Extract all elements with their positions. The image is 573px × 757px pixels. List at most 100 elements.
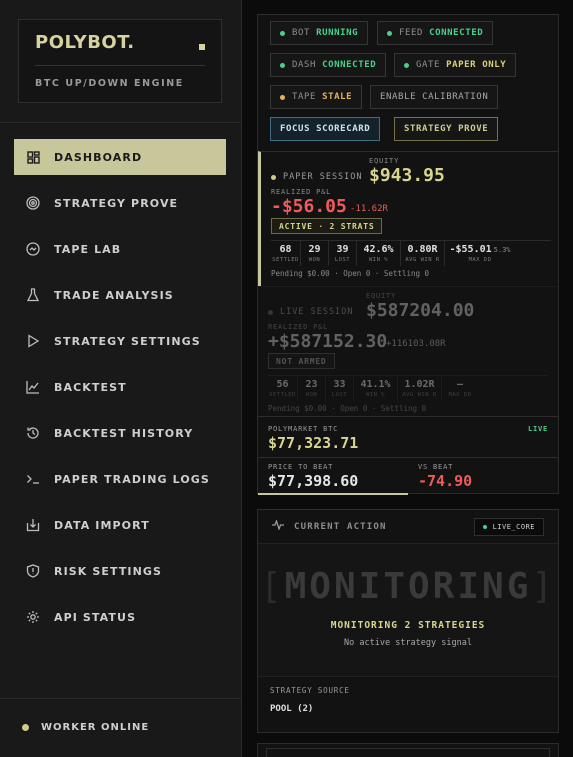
paper-stats-row: 68 SETTLED 29 WON 39 LOST 42.6% WIN % 0.80R A… <box>271 240 551 266</box>
sidebar-item-label: DASHBOARD <box>54 150 143 164</box>
history-icon <box>26 426 40 440</box>
chip-label: BOT <box>292 28 311 38</box>
stat-value: 42.6% <box>363 244 394 255</box>
polymarket-btc-label: POLYMARKET BTC <box>268 425 339 433</box>
session-tag-label: PAPER SESSION <box>283 172 363 182</box>
sidebar-item-label: DATA IMPORT <box>54 518 150 532</box>
sidebar-item-tape-lab[interactable]: TAPE LAB <box>14 231 226 267</box>
chip-value: CONNECTED <box>429 28 484 38</box>
paper-session-card: PAPER SESSION EQUITY $943.95 REALIZED P&… <box>258 151 558 286</box>
chip-label: DASH <box>292 60 317 70</box>
current-action-header: CURRENT ACTION <box>272 518 387 533</box>
stat-label: WON <box>305 392 318 398</box>
worker-status: WORKER ONLINE <box>22 722 149 733</box>
active-strats-badge: ACTIVE · 2 STRATS <box>271 218 383 234</box>
brand-title: POLYBOT. <box>35 32 135 53</box>
stat-value: -$55.01 <box>449 244 492 255</box>
status-chip-feed: FEED CONNECTED <box>377 21 494 45</box>
live-core-badge: LIVE_CORE <box>473 518 544 536</box>
sidebar-item-strategy-prove[interactable]: STRATEGY PROVE <box>14 185 226 221</box>
stat-lost: 33 LOST <box>326 376 354 401</box>
monitoring-state: [MONITORING] <box>259 566 557 607</box>
sidebar-item-backtest[interactable]: BACKTEST <box>14 369 226 405</box>
stat-value: 41.1% <box>360 379 391 390</box>
price-to-beat-underline <box>258 493 408 495</box>
status-dot-icon <box>387 30 392 36</box>
stat-value: 33 <box>333 379 346 390</box>
chip-value: RUNNING <box>316 28 359 38</box>
activity-icon <box>272 518 284 533</box>
current-action-body: [MONITORING] MONITORING 2 STRATEGIES No … <box>258 543 558 677</box>
sidebar-divider <box>0 122 241 123</box>
realized-pnl-value: -$56.05 <box>271 196 347 217</box>
brand-subtitle: BTC UP/DOWN ENGINE <box>35 78 184 89</box>
sidebar: POLYBOT. BTC UP/DOWN ENGINE DASHBOARD ST… <box>0 0 242 757</box>
brand-divider <box>35 65 205 66</box>
sidebar-item-data-import[interactable]: DATA IMPORT <box>14 507 226 543</box>
stat-won: 23 WON <box>298 376 326 401</box>
sidebar-item-dashboard[interactable]: DASHBOARD <box>14 139 226 175</box>
dashboard-icon <box>26 150 40 164</box>
strategy-prove-button[interactable]: STRATEGY PROVE <box>394 117 499 141</box>
strategy-source-label: STRATEGY SOURCE <box>270 686 350 695</box>
sidebar-item-risk-settings[interactable]: RISK SETTINGS <box>14 553 226 589</box>
import-icon <box>26 518 40 532</box>
stat-win-pct: 41.1% WIN % <box>354 376 398 401</box>
focus-scorecard-button[interactable]: FOCUS SCORECARD <box>270 117 381 141</box>
shield-icon <box>26 564 40 578</box>
sidebar-item-label: PAPER TRADING LOGS <box>54 472 210 486</box>
stat-label: AVG WIN R <box>405 257 440 263</box>
equity-value: $587204.00 <box>366 300 475 321</box>
live-core-label: LIVE_CORE <box>492 523 535 531</box>
chip-value: PAPER ONLY <box>446 60 507 70</box>
sidebar-item-label: API STATUS <box>54 610 137 624</box>
sidebar-item-api-status[interactable]: API STATUS <box>14 599 226 635</box>
session-tag-label: LIVE SESSION <box>280 307 354 317</box>
gear-icon <box>26 610 40 624</box>
realized-pnl-r: +116103.08R <box>386 339 446 349</box>
sidebar-item-label: BACKTEST HISTORY <box>54 426 194 440</box>
price-to-beat-label: PRICE TO BEAT <box>268 463 334 471</box>
sidebar-item-label: BACKTEST <box>54 380 127 394</box>
chip-label: TAPE <box>292 92 317 102</box>
sidebar-item-trade-analysis[interactable]: TRADE ANALYSIS <box>14 277 226 313</box>
session-dot-icon <box>271 174 276 180</box>
enable-calibration-button[interactable]: ENABLE CALIBRATION <box>370 85 499 109</box>
tape-icon <box>26 242 40 256</box>
live-session-tag: LIVE SESSION <box>268 307 353 317</box>
flask-icon <box>26 288 40 302</box>
stat-label: WIN % <box>365 392 386 398</box>
equity-value: $943.95 <box>369 165 445 186</box>
chip-value: STALE <box>322 92 353 102</box>
next-panel <box>257 743 559 757</box>
live-core-dot-icon <box>482 525 487 529</box>
chip-value: CONNECTED <box>322 60 377 70</box>
live-session-card: LIVE SESSION EQUITY $587204.00 REALIZED … <box>258 286 558 416</box>
stat-label: SETTLED <box>272 257 299 263</box>
sidebar-item-paper-trading-logs[interactable]: PAPER TRADING LOGS <box>14 461 226 497</box>
stat-win-pct: 42.6% WIN % <box>357 241 401 266</box>
sidebar-item-backtest-history[interactable]: BACKTEST HISTORY <box>14 415 226 451</box>
stat-value: 56 <box>276 379 289 390</box>
session-dot-icon <box>268 309 273 315</box>
stat-avg-win-r: 1.02R AVG WIN R <box>398 376 442 401</box>
brand-dot-icon <box>199 44 205 50</box>
realized-pnl-label: REALIZED P&L <box>268 323 329 331</box>
stat-value: 23 <box>305 379 318 390</box>
stat-avg-win-r: 0.80R AVG WIN R <box>401 241 445 266</box>
chip-label: FEED <box>399 28 424 38</box>
stat-label: LOST <box>334 257 351 263</box>
chip-label: GATE <box>416 60 441 70</box>
vs-beat-label: VS BEAT <box>418 463 454 471</box>
stat-label: WON <box>308 257 321 263</box>
monitoring-state-text: MONITORING <box>284 566 532 607</box>
stat-value: 68 <box>279 244 292 255</box>
status-dot-icon <box>280 94 285 100</box>
equity-label: EQUITY <box>369 157 400 165</box>
current-action-panel: CURRENT ACTION LIVE_CORE [MONITORING] MO… <box>257 509 559 733</box>
worker-status-label: WORKER ONLINE <box>41 722 150 733</box>
sidebar-item-strategy-settings[interactable]: STRATEGY SETTINGS <box>14 323 226 359</box>
stat-max-dd: -$55.01 5.3% MAX DD <box>445 241 515 266</box>
next-panel-inner <box>266 748 550 757</box>
btc-divider <box>258 457 558 458</box>
